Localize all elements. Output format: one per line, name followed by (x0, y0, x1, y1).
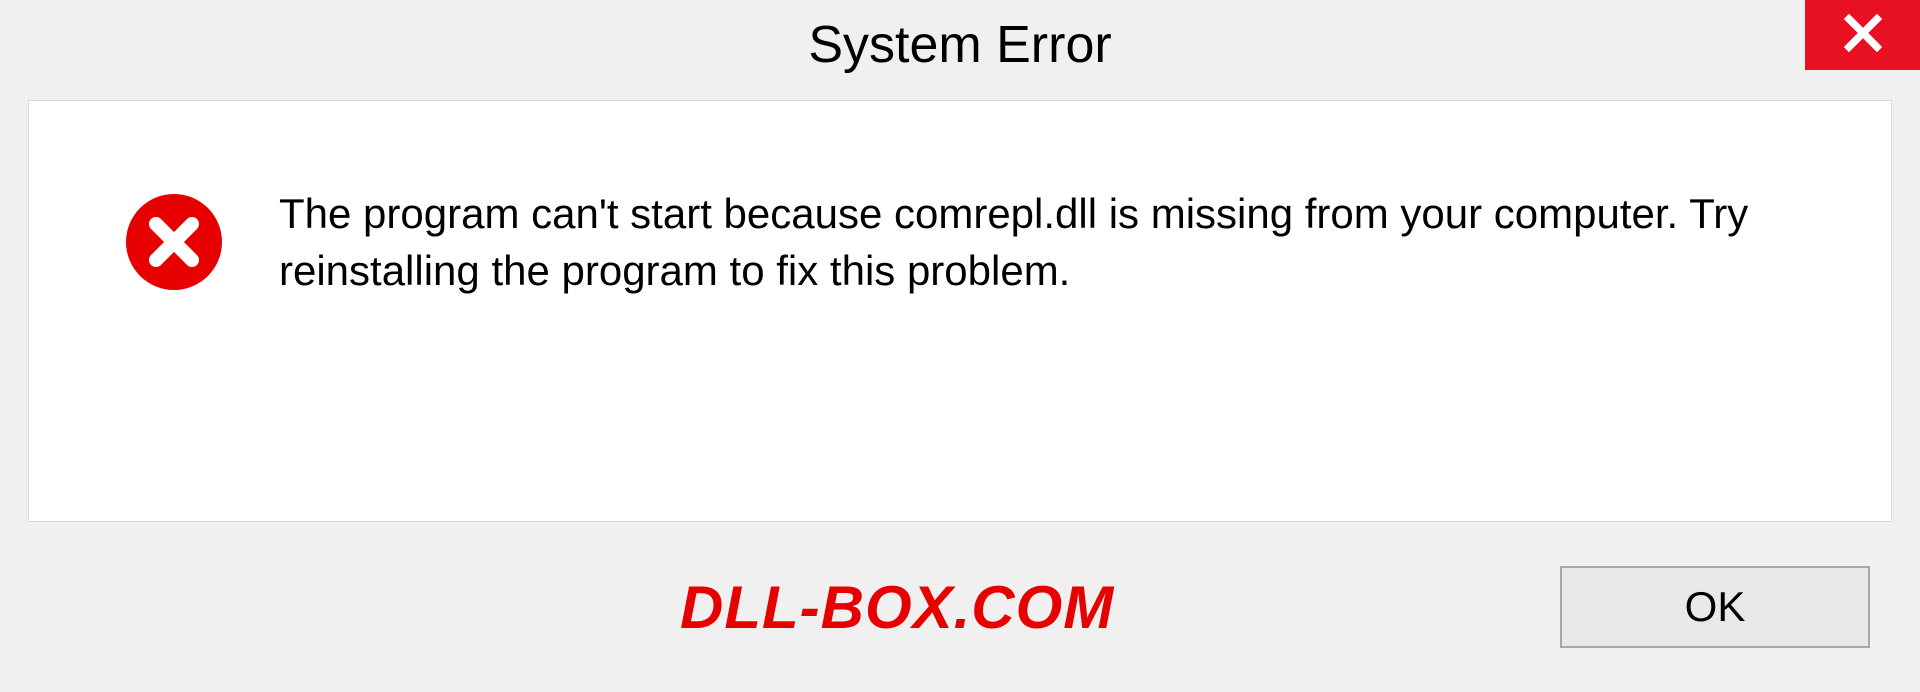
close-button[interactable] (1805, 0, 1920, 70)
content-area: The program can't start because comrepl.… (28, 100, 1892, 522)
ok-button[interactable]: OK (1560, 566, 1870, 648)
error-dialog: System Error The program can't start bec… (0, 0, 1920, 692)
title-bar: System Error (0, 0, 1920, 95)
watermark-text: DLL-BOX.COM (680, 573, 1114, 642)
dialog-title: System Error (808, 15, 1111, 75)
error-icon (124, 192, 224, 292)
close-icon (1842, 12, 1884, 59)
error-message: The program can't start because comrepl.… (279, 186, 1831, 299)
dialog-footer: DLL-BOX.COM OK (0, 522, 1920, 692)
